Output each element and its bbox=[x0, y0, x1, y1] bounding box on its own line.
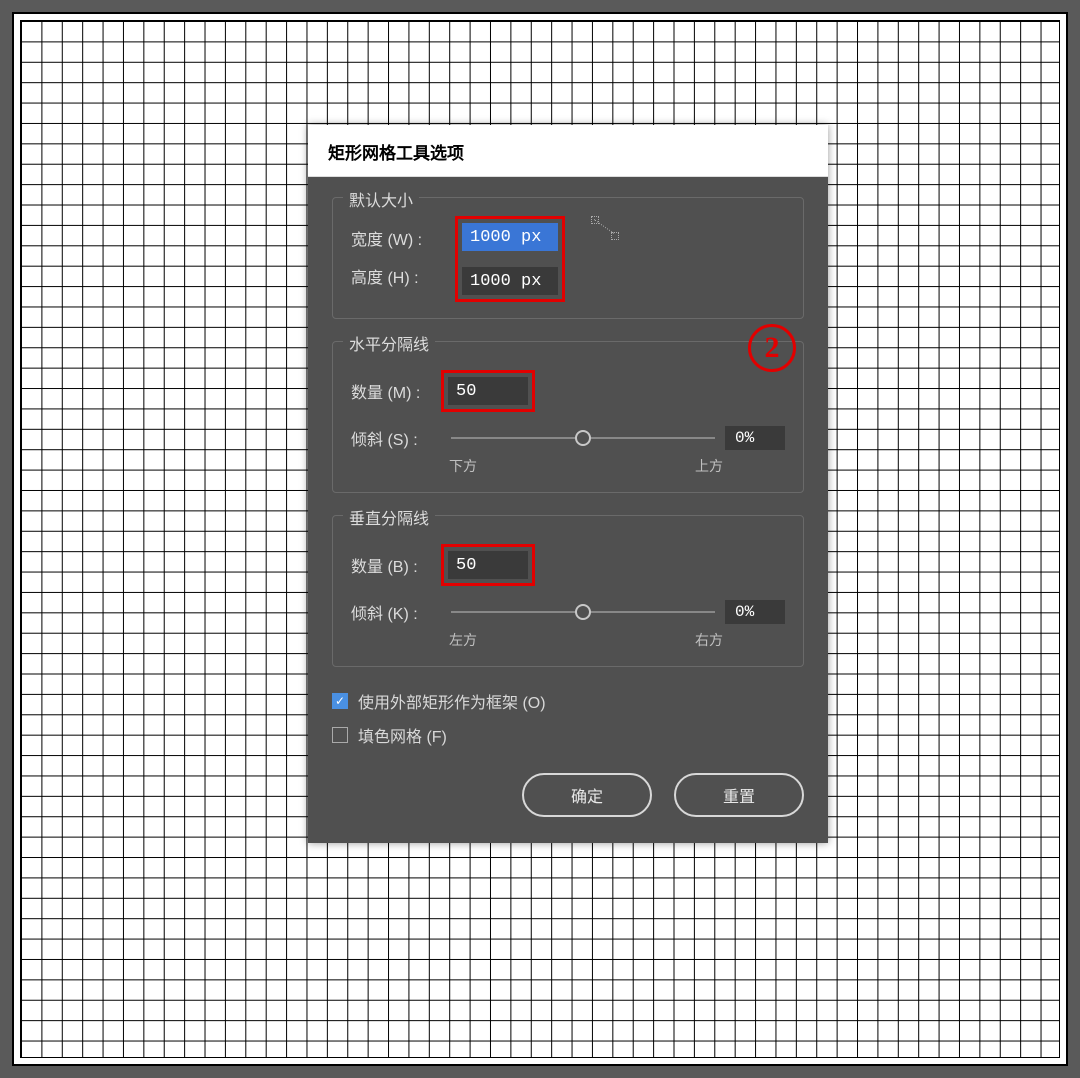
group-title-default-size: 默认大小 bbox=[343, 187, 419, 211]
h-count-label: 数量 (M) : bbox=[351, 379, 441, 403]
width-input[interactable] bbox=[462, 223, 558, 251]
constrain-proportions-icon[interactable] bbox=[591, 216, 619, 240]
h-count-input[interactable] bbox=[448, 377, 528, 405]
h-skew-left-label: 下方 bbox=[449, 456, 477, 476]
group-title-horizontal: 水平分隔线 bbox=[343, 331, 435, 355]
group-title-vertical: 垂直分隔线 bbox=[343, 505, 435, 529]
v-skew-thumb[interactable] bbox=[575, 604, 591, 620]
v-skew-slider[interactable] bbox=[451, 611, 715, 613]
rectangular-grid-tool-options-dialog: 矩形网格工具选项 默认大小 宽度 (W) : 高度 (H) : bbox=[308, 125, 828, 843]
v-skew-right-label: 右方 bbox=[695, 630, 723, 650]
highlight-box-h-count bbox=[441, 370, 535, 412]
annotation-badge-2: 2 bbox=[748, 324, 796, 372]
h-skew-right-label: 上方 bbox=[695, 456, 723, 476]
fill-grid-checkbox[interactable] bbox=[332, 727, 348, 743]
highlight-box-v-count bbox=[441, 544, 535, 586]
v-skew-label: 倾斜 (K) : bbox=[351, 600, 441, 624]
height-input[interactable] bbox=[462, 267, 558, 295]
group-horizontal-dividers: 水平分隔线 数量 (M) : 倾斜 (S) : 0% 下方 上方 bbox=[332, 341, 804, 493]
dialog-body: 默认大小 宽度 (W) : 高度 (H) : bbox=[308, 177, 828, 843]
group-vertical-dividers: 垂直分隔线 数量 (B) : 倾斜 (K) : 0% 左方 右方 bbox=[332, 515, 804, 667]
v-count-label: 数量 (B) : bbox=[351, 553, 441, 577]
group-default-size: 默认大小 宽度 (W) : 高度 (H) : bbox=[332, 197, 804, 319]
h-skew-label: 倾斜 (S) : bbox=[351, 426, 441, 450]
h-skew-thumb[interactable] bbox=[575, 430, 591, 446]
h-skew-slider[interactable] bbox=[451, 437, 715, 439]
h-skew-value[interactable]: 0% bbox=[725, 426, 785, 450]
ok-button[interactable]: 确定 bbox=[522, 773, 652, 817]
highlight-box-size bbox=[455, 216, 565, 302]
use-outer-rect-label: 使用外部矩形作为框架 (O) bbox=[358, 689, 546, 713]
height-label: 高度 (H) : bbox=[351, 264, 441, 288]
use-outer-rect-checkbox[interactable] bbox=[332, 693, 348, 709]
v-count-input[interactable] bbox=[448, 551, 528, 579]
dialog-title: 矩形网格工具选项 bbox=[308, 125, 828, 177]
reset-button[interactable]: 重置 bbox=[674, 773, 804, 817]
v-skew-value[interactable]: 0% bbox=[725, 600, 785, 624]
width-label: 宽度 (W) : bbox=[351, 226, 441, 250]
fill-grid-label: 填色网格 (F) bbox=[358, 723, 447, 747]
v-skew-left-label: 左方 bbox=[449, 630, 477, 650]
